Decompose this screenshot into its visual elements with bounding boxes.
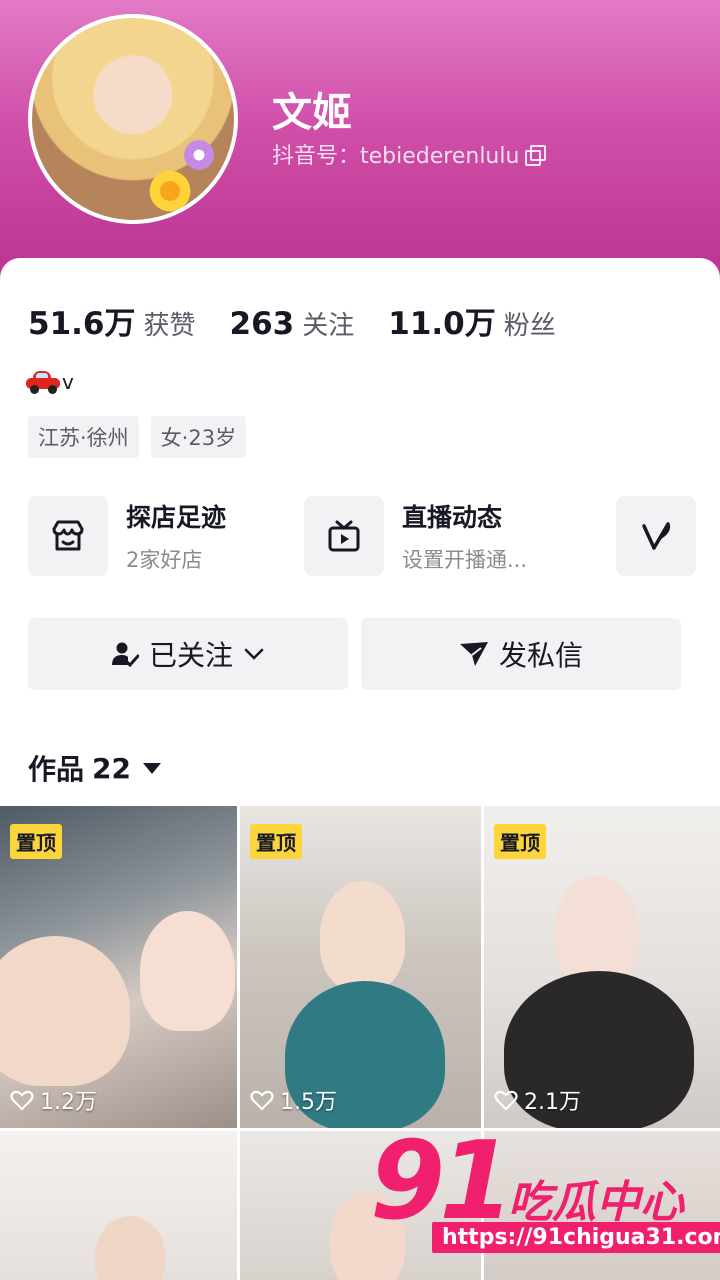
watermark-text: 吃瓜中心 — [508, 1177, 684, 1228]
store-icon — [28, 496, 108, 576]
work-item[interactable] — [0, 1131, 237, 1280]
heart-icon — [494, 1090, 518, 1111]
like-count: 1.2万 — [10, 1084, 97, 1116]
stat-followers[interactable]: 11.0万 粉丝 — [388, 298, 556, 343]
thumbnail-figure — [0, 936, 130, 1086]
work-item[interactable]: 置顶 1.2万 — [0, 806, 237, 1128]
thumbnail-figure — [140, 911, 235, 1031]
tag-location: 江苏·徐州 — [28, 416, 139, 458]
profile-card: 51.6万 获赞 263 关注 11.0万 粉丝 v 江苏·徐州 女·23岁 探… — [0, 258, 720, 1280]
message-label: 发私信 — [498, 639, 583, 672]
pinned-badge: 置顶 — [494, 824, 546, 859]
like-count-text: 2.1万 — [524, 1090, 581, 1115]
tv-play-icon — [304, 496, 384, 576]
stat-label: 获赞 — [143, 311, 196, 341]
pinned-badge: 置顶 — [10, 824, 62, 859]
caret-down-icon — [142, 762, 161, 774]
user-check-icon — [111, 642, 139, 668]
works-count: 22 — [92, 751, 131, 785]
like-count-text: 1.2万 — [40, 1090, 97, 1115]
service-subtitle: 2家好店 — [126, 548, 203, 572]
stat-value: 51.6万 — [28, 306, 136, 342]
follow-label: 已关注 — [148, 639, 233, 672]
profile-header: 文姬 抖音号：tebiederenlulu — [0, 0, 720, 290]
service-third[interactable] — [616, 496, 696, 576]
service-live[interactable]: 直播动态 设置开播通... — [304, 496, 527, 576]
message-button[interactable]: 发私信 — [361, 618, 681, 690]
like-count: 2.1万 — [494, 1084, 581, 1116]
heart-icon — [250, 1090, 274, 1111]
work-item[interactable]: 置顶 1.5万 — [240, 806, 481, 1128]
thumbnail-figure — [554, 876, 639, 986]
bio: v — [26, 370, 74, 394]
service-title: 直播动态 — [402, 503, 503, 532]
v-icon — [616, 496, 696, 576]
avatar[interactable] — [28, 14, 238, 224]
thumbnail-figure — [95, 1216, 165, 1280]
service-subtitle: 设置开播通... — [402, 548, 528, 572]
copy-icon[interactable] — [525, 145, 547, 166]
tag-gender-age: 女·23岁 — [150, 416, 247, 458]
douyin-id-row[interactable]: 抖音号：tebiederenlulu — [272, 138, 547, 170]
stat-label: 粉丝 — [503, 311, 556, 341]
flower-decoration — [147, 168, 193, 214]
watermark-url: https://91chigua31.com — [432, 1222, 720, 1253]
send-icon — [459, 642, 488, 666]
watermark-logo: 91 吃瓜中心 https://91chigua31.com — [370, 1128, 720, 1280]
flower-decoration — [184, 140, 214, 170]
like-count: 1.5万 — [250, 1084, 337, 1116]
chevron-down-icon — [244, 648, 264, 660]
stat-following[interactable]: 263 关注 — [230, 305, 355, 342]
stat-value: 11.0万 — [388, 306, 496, 342]
stats-row: 51.6万 获赞 263 关注 11.0万 粉丝 — [28, 298, 590, 343]
thumbnail-figure — [320, 881, 405, 991]
services-row: 探店足迹 2家好店 直播动态 设置开播通... — [28, 496, 720, 578]
tab-works[interactable]: 作品 22 — [28, 748, 161, 788]
stat-value: 263 — [229, 306, 295, 342]
stat-likes[interactable]: 51.6万 获赞 — [28, 298, 196, 343]
works-label: 作品 — [28, 753, 85, 786]
tags-row: 江苏·徐州 女·23岁 — [28, 416, 247, 458]
work-item[interactable]: 置顶 2.1万 — [484, 806, 720, 1128]
heart-icon — [10, 1090, 34, 1111]
pinned-badge: 置顶 — [250, 824, 302, 859]
bio-text: v — [62, 370, 74, 394]
service-shop-visits[interactable]: 探店足迹 2家好店 — [28, 496, 226, 576]
douyin-id: 抖音号：tebiederenlulu — [272, 144, 520, 169]
car-icon — [26, 371, 60, 394]
nickname: 文姬 — [272, 90, 352, 136]
follow-button[interactable]: 已关注 — [28, 618, 348, 690]
stat-label: 关注 — [302, 311, 355, 341]
service-title: 探店足迹 — [126, 503, 227, 532]
watermark-number: 91 — [370, 1119, 514, 1244]
like-count-text: 1.5万 — [280, 1090, 337, 1115]
